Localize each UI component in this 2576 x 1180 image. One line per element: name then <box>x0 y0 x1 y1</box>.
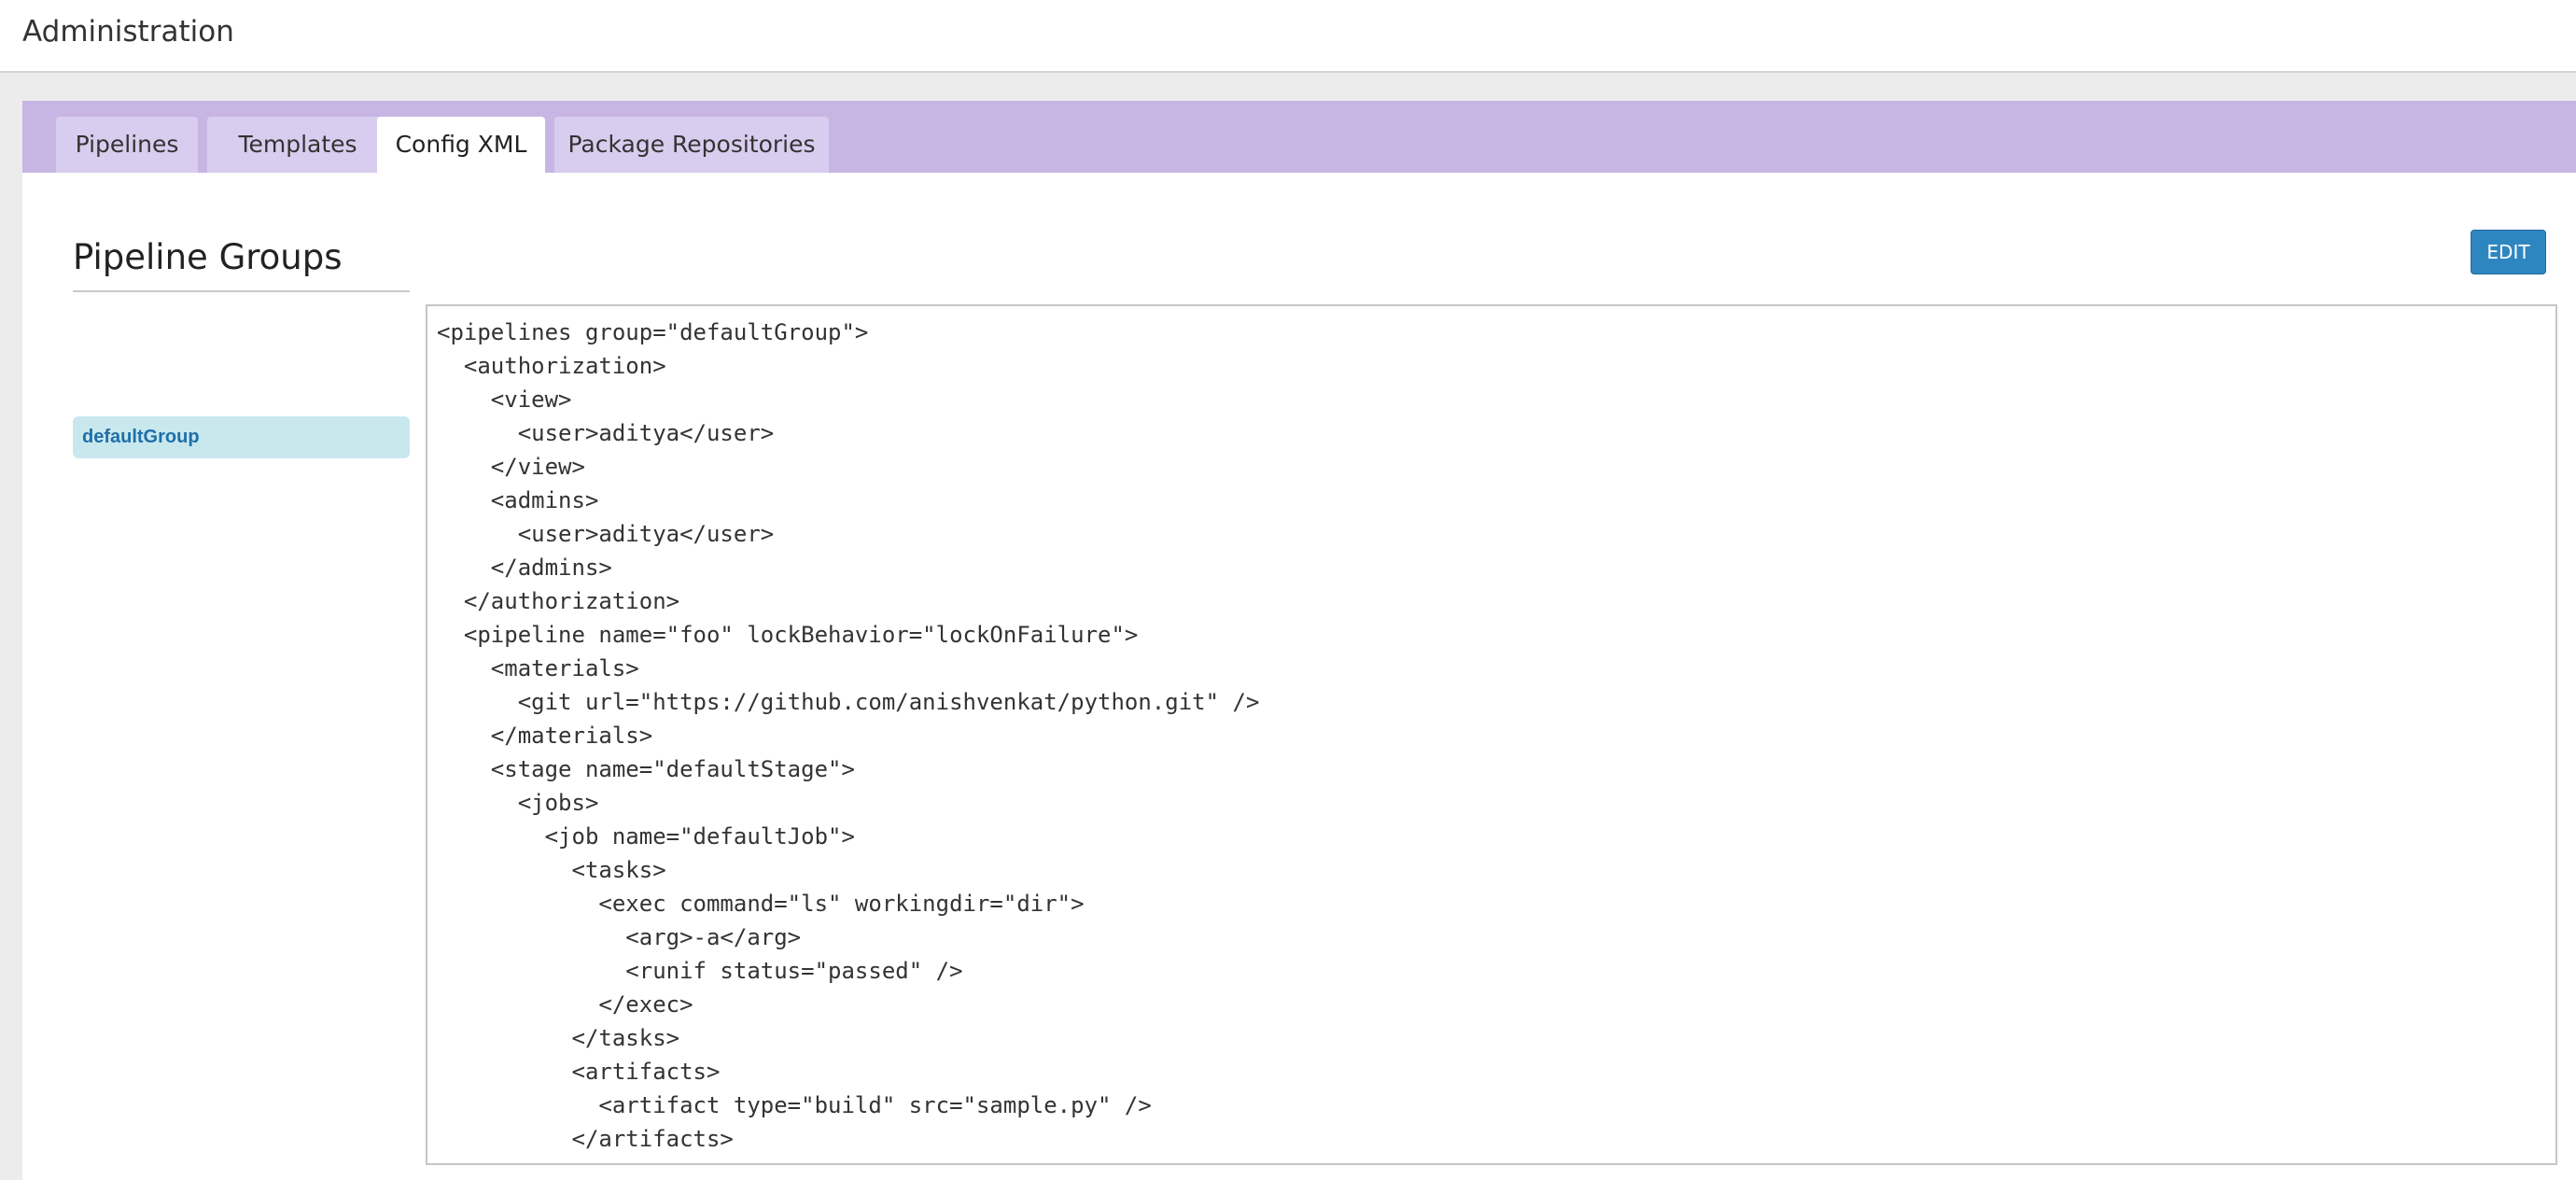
xml-line: <job name="defaultJob"> <box>437 823 855 850</box>
content-panel: Pipeline Groups EDIT defaultGroup <pipel… <box>22 173 2576 1180</box>
xml-line: </materials> <box>437 723 653 749</box>
page-title: Administration <box>22 15 234 49</box>
xml-line: <jobs> <box>437 790 599 816</box>
section-title: Pipeline Groups <box>73 237 343 277</box>
xml-line: <git url="https://github.com/anishvenkat… <box>437 689 1260 715</box>
xml-line: <view> <box>437 386 572 413</box>
xml-line: <pipelines group="defaultGroup"> <box>437 319 869 345</box>
tab-config-xml[interactable]: Config XML <box>377 117 545 173</box>
xml-line: </exec> <box>437 991 693 1018</box>
xml-line: <materials> <box>437 655 639 681</box>
xml-line: <tasks> <box>437 857 666 883</box>
edit-button[interactable]: EDIT <box>2471 230 2546 274</box>
xml-line: <runif status="passed" /> <box>437 958 963 984</box>
xml-line: </authorization> <box>437 588 680 614</box>
xml-line: <admins> <box>437 487 599 513</box>
tab-templates[interactable]: Templates <box>207 117 388 173</box>
config-xml-viewer[interactable]: <pipelines group="defaultGroup"> <author… <box>426 304 2557 1165</box>
xml-line: <user>aditya</user> <box>437 420 775 446</box>
xml-line: <authorization> <box>437 353 666 379</box>
xml-line: <artifact type="build" src="sample.py" /… <box>437 1092 1152 1118</box>
header-bar: Administration <box>0 0 2576 73</box>
xml-line: <stage name="defaultStage"> <box>437 756 855 782</box>
section-divider <box>73 290 410 292</box>
xml-line: <pipeline name="foo" lockBehavior="lockO… <box>437 622 1139 648</box>
xml-line: <user>aditya</user> <box>437 521 775 547</box>
xml-line: <exec command="ls" workingdir="dir"> <box>437 891 1085 917</box>
pipeline-group-item[interactable]: defaultGroup <box>73 416 410 458</box>
tab-pipelines[interactable]: Pipelines <box>56 117 198 173</box>
tab-package-repositories[interactable]: Package Repositories <box>554 117 829 173</box>
xml-line: </view> <box>437 454 585 480</box>
xml-line: <artifacts> <box>437 1059 721 1085</box>
tab-bar: Pipelines Templates Config XML Package R… <box>22 101 2576 173</box>
xml-line: </admins> <box>437 555 612 581</box>
xml-line: <arg>-a</arg> <box>437 924 802 950</box>
xml-line: </tasks> <box>437 1025 680 1051</box>
xml-line: </artifacts> <box>437 1126 734 1152</box>
